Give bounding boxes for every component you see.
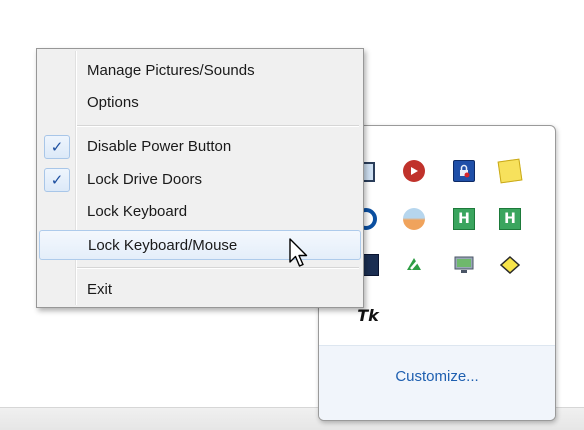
orange-sphere-icon[interactable]	[403, 208, 425, 230]
display-icon[interactable]	[453, 254, 475, 276]
checkmark-icon: ✓	[44, 168, 70, 192]
h-icon[interactable]: H	[453, 208, 475, 230]
menu-separator	[77, 267, 359, 269]
mouse-pointer-icon	[289, 238, 308, 267]
lock-icon[interactable]	[453, 160, 475, 182]
menu-item-label: Manage Pictures/Sounds	[87, 62, 255, 79]
menu-item-label: Lock Keyboard/Mouse	[88, 237, 238, 254]
recycle-icon[interactable]	[403, 254, 425, 276]
menu-item-options[interactable]: Options	[39, 88, 361, 118]
checkmark-icon: ✓	[44, 135, 70, 159]
tray-footer: Customize...	[319, 345, 555, 420]
menu-item-exit[interactable]: Exit	[39, 275, 361, 305]
context-menu: Manage Pictures/Sounds Options ✓ Disable…	[36, 48, 364, 308]
media-play-icon[interactable]	[403, 160, 425, 182]
menu-item-lock-keyboard[interactable]: Lock Keyboard	[39, 197, 361, 227]
menu-item-label: Exit	[87, 281, 113, 298]
menu-item-label: Lock Keyboard	[87, 203, 188, 220]
sticky-note-icon[interactable]	[497, 158, 523, 184]
menu-item-label: Options	[87, 94, 139, 111]
menu-item-label: Disable Power Button	[87, 138, 232, 155]
menu-separator	[77, 125, 359, 127]
menu-item-lock-keyboard-mouse[interactable]: Lock Keyboard/Mouse	[39, 230, 361, 260]
h-icon[interactable]: H	[499, 208, 521, 230]
menu-item-lock-drive-doors[interactable]: ✓ Lock Drive Doors	[39, 165, 361, 195]
tag-icon[interactable]	[499, 254, 521, 276]
menu-item-label: Lock Drive Doors	[87, 171, 203, 188]
customize-link[interactable]: Customize...	[319, 368, 555, 385]
menu-item-manage-pictures-sounds[interactable]: Manage Pictures/Sounds	[39, 56, 361, 86]
menu-item-disable-power-button[interactable]: ✓ Disable Power Button	[39, 132, 361, 162]
